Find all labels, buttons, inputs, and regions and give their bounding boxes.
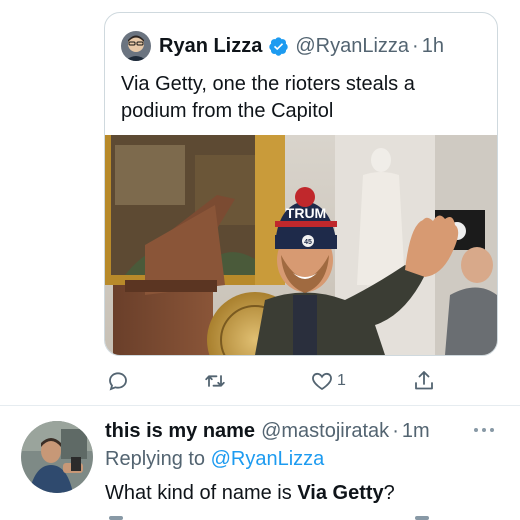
share-icon: [415, 371, 433, 390]
replying-to-mention-link[interactable]: @RyanLizza: [211, 448, 325, 470]
retweet-icon: [205, 375, 225, 387]
verified-badge-icon: [268, 36, 289, 57]
quoted-tweet-card[interactable]: Ryan Lizza @RyanLizza · 1h Via Getty, on…: [104, 12, 498, 356]
quoted-tweet-text: Via Getty, one the rioters steals a podi…: [121, 73, 415, 122]
tweet-action-bar: 1: [0, 366, 520, 396]
hat-badge-text: 45: [304, 239, 312, 246]
retweet-button[interactable]: [203, 366, 227, 396]
replying-to-line: Replying to @RyanLizza: [105, 448, 324, 471]
tweet-divider: [0, 405, 520, 406]
reply-tweet-header: this is my name @mastojiratak · 1m: [105, 418, 430, 444]
reply-icon: [109, 372, 127, 391]
quoted-author-handle[interactable]: @RyanLizza: [295, 35, 409, 58]
reply-text-suffix: ?: [383, 482, 395, 504]
reply-text-bold: Via Getty: [297, 482, 384, 504]
reply-author-name[interactable]: this is my name: [105, 420, 255, 443]
share-button[interactable]: [412, 366, 436, 396]
reply-tweet-text: What kind of name is Via Getty?: [105, 482, 395, 505]
like-count: 1: [337, 372, 346, 389]
quoted-tweet-header: Ryan Lizza @RyanLizza · 1h: [121, 31, 444, 61]
reply-author-handle[interactable]: @mastojiratak: [261, 420, 389, 443]
more-options-icon[interactable]: [470, 420, 498, 440]
reply-author-avatar[interactable]: [21, 421, 93, 493]
like-button[interactable]: 1: [310, 366, 346, 396]
quoted-author-avatar[interactable]: [121, 31, 151, 61]
quoted-tweet-photo[interactable]: TRUM 45: [105, 135, 497, 355]
next-action-bar-cutoff: [109, 516, 429, 520]
reply-text-prefix: What kind of name is: [105, 482, 298, 504]
replying-to-label: Replying to: [105, 448, 206, 470]
reply-button[interactable]: [106, 366, 130, 396]
dot-separator: ·: [412, 34, 419, 57]
quoted-tweet-time[interactable]: 1h: [422, 35, 444, 58]
quoted-author-name[interactable]: Ryan Lizza: [159, 35, 262, 58]
hat-text: TRUM: [286, 205, 326, 221]
heart-icon: [312, 372, 332, 391]
dot-separator: ·: [392, 419, 399, 442]
reply-tweet-time[interactable]: 1m: [402, 420, 430, 443]
